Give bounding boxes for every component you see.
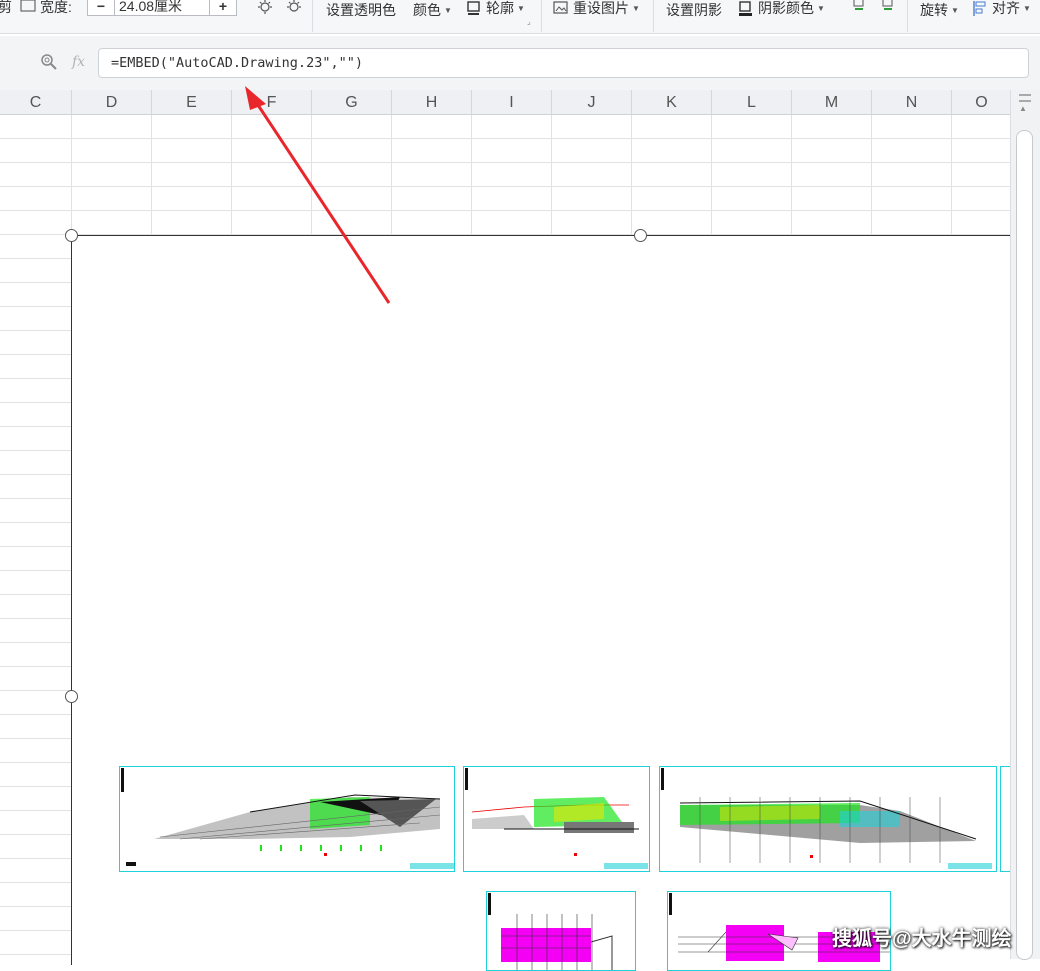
fx-button[interactable]: fx xyxy=(72,54,85,70)
shadow-down-button[interactable] xyxy=(880,0,900,13)
chevron-down-icon: ▼ xyxy=(1023,3,1031,13)
width-input[interactable]: 24.08厘米 xyxy=(114,0,210,15)
drawing-sheet xyxy=(659,766,997,872)
resize-handle-top[interactable] xyxy=(634,229,647,242)
column-header-i[interactable]: I xyxy=(472,90,552,115)
width-increase-button[interactable]: + xyxy=(210,0,236,15)
align-icon xyxy=(972,0,988,16)
drawing-sheet xyxy=(463,766,650,872)
outline-icon xyxy=(466,0,482,16)
formula-bar: fx =EMBED("AutoCAD.Drawing.23","") xyxy=(0,36,1040,90)
sun-minus-icon xyxy=(286,0,302,14)
shadow-color-icon xyxy=(738,0,754,16)
width-icon xyxy=(20,0,36,15)
crop-label: 剪 xyxy=(0,0,12,15)
column-header: CDEFGHIJKLMNO xyxy=(0,90,1012,115)
column-header-o[interactable]: O xyxy=(952,90,1012,115)
align-label: 对齐 xyxy=(992,0,1020,16)
group-expand-icon[interactable]: ⌟ xyxy=(527,17,531,26)
column-header-m[interactable]: M xyxy=(792,90,872,115)
width-decrease-button[interactable]: − xyxy=(88,0,114,15)
width-control: 宽度: xyxy=(20,0,72,17)
outline-label: 轮廓 xyxy=(486,0,514,16)
chevron-down-icon: ▼ xyxy=(951,5,959,15)
brightness-increase-button[interactable] xyxy=(257,0,277,14)
color-dropdown[interactable]: 颜色 ▼ xyxy=(413,0,452,20)
chevron-up-icon[interactable]: ▲ xyxy=(1019,104,1027,113)
brightness-decrease-button[interactable] xyxy=(286,0,306,14)
column-header-e[interactable]: E xyxy=(152,90,232,115)
align-dropdown[interactable]: 对齐 ▼ xyxy=(972,0,1031,18)
ribbon-toolbar: 剪 宽度: − 24.08厘米 + 设置透明色 颜色 ▼ 轮廓 ▼ ⌟ 重设图片… xyxy=(0,0,1040,34)
shadow-color-label: 阴影颜色 xyxy=(758,0,814,16)
resize-handle-left[interactable] xyxy=(65,690,78,703)
column-header-j[interactable]: J xyxy=(552,90,632,115)
color-label: 颜色 xyxy=(413,2,441,18)
reset-picture-button[interactable]: 重设图片 ▼ xyxy=(553,0,640,18)
chevron-down-icon: ▼ xyxy=(517,3,525,13)
watermark: 搜狐号@大水牛测绘 xyxy=(832,928,1012,950)
set-transparent-color-button[interactable]: 设置透明色 xyxy=(326,0,396,20)
shadow-color-dropdown[interactable]: 阴影颜色 ▼ xyxy=(738,0,825,18)
embedded-autocad-object[interactable] xyxy=(65,229,1040,971)
column-header-f[interactable]: F xyxy=(232,90,312,115)
column-header-g[interactable]: G xyxy=(312,90,392,115)
menu-icon[interactable] xyxy=(1019,94,1031,102)
drawing-sheet xyxy=(119,766,455,872)
shadow-up-button[interactable] xyxy=(851,0,871,13)
formula-input[interactable]: =EMBED("AutoCAD.Drawing.23","") xyxy=(98,48,1029,78)
drawing-sheet xyxy=(486,891,636,971)
vertical-scrollbar[interactable]: ▲ xyxy=(1010,90,1040,960)
resize-handle-top-left[interactable] xyxy=(65,229,78,242)
set-transparent-label: 设置透明色 xyxy=(326,2,396,18)
column-header-c[interactable]: C xyxy=(0,90,72,115)
rotate-label: 旋转 xyxy=(920,2,948,18)
outline-dropdown[interactable]: 轮廓 ▼ xyxy=(466,0,525,18)
chevron-down-icon: ▼ xyxy=(444,5,452,15)
chevron-down-icon: ▼ xyxy=(817,3,825,13)
set-shadow-button[interactable]: 设置阴影 xyxy=(666,0,722,20)
rotate-dropdown[interactable]: 旋转 ▼ xyxy=(920,0,959,20)
column-header-d[interactable]: D xyxy=(72,90,152,115)
picture-icon xyxy=(553,0,569,16)
zoom-icon[interactable] xyxy=(40,53,58,76)
column-header-k[interactable]: K xyxy=(632,90,712,115)
sun-plus-icon xyxy=(257,0,273,14)
reset-picture-label: 重设图片 xyxy=(573,0,629,16)
width-stepper[interactable]: − 24.08厘米 + xyxy=(87,0,237,16)
column-header-h[interactable]: H xyxy=(392,90,472,115)
width-label: 宽度: xyxy=(40,0,72,15)
scrollbar-thumb[interactable] xyxy=(1016,130,1033,960)
column-header-n[interactable]: N xyxy=(872,90,952,115)
column-header-l[interactable]: L xyxy=(712,90,792,115)
chevron-down-icon: ▼ xyxy=(632,3,640,13)
shadow-down-icon xyxy=(880,0,896,13)
crop-button[interactable]: 剪 xyxy=(0,0,12,17)
set-shadow-label: 设置阴影 xyxy=(666,2,722,18)
shadow-up-icon xyxy=(851,0,867,13)
